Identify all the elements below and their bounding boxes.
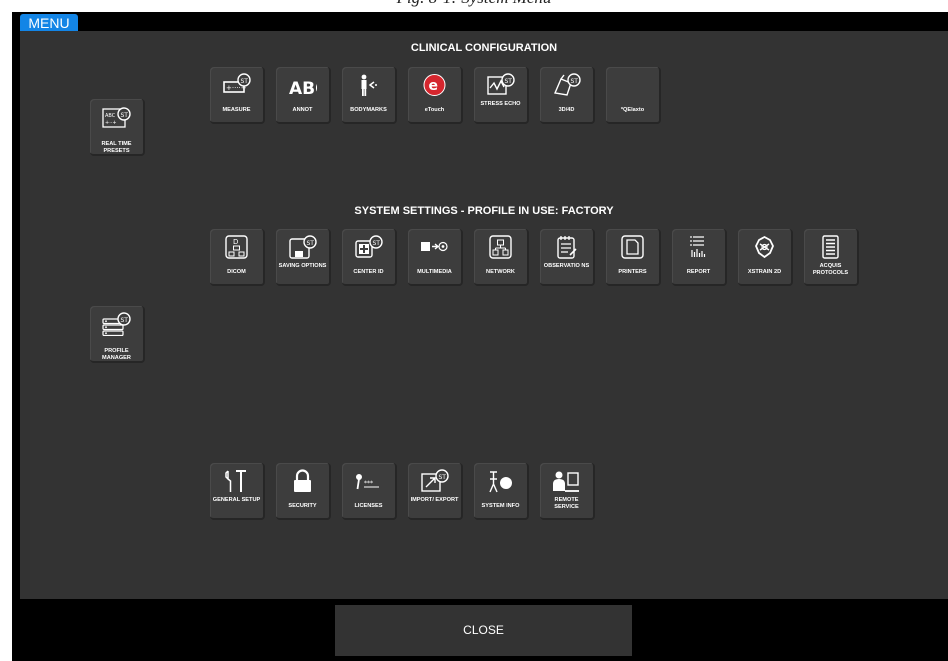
general-setup-button[interactable]: GENERAL SETUP: [210, 463, 265, 520]
etouch-label: eTouch: [424, 107, 445, 113]
bodymarks-label: BODYMARKS: [350, 107, 387, 113]
qelaxto-label: *QElaxto: [620, 107, 645, 113]
bodymarks-button[interactable]: BODYMARKS: [342, 67, 397, 124]
svg-text:ST: ST: [121, 112, 129, 119]
presets-icon: ABC +··+ ST: [102, 107, 131, 128]
import-export-label: IMPORT/ EXPORT: [410, 497, 459, 503]
3d4d-button[interactable]: ST 3D/4D: [540, 67, 595, 124]
svg-text:***: ***: [364, 480, 373, 487]
measure-label: MEASURE: [222, 107, 251, 113]
3d4d-label: 3D/4D: [558, 107, 575, 113]
3d-probe-icon: ST: [554, 73, 581, 96]
dicom-label: DICOM: [227, 269, 246, 275]
profile-manager-button[interactable]: ST PROFILE MANAGER: [90, 306, 145, 363]
annot-button[interactable]: ABC ANNOT: [276, 67, 331, 124]
svg-text:ST: ST: [571, 78, 579, 85]
security-label: SECURITY: [288, 503, 317, 509]
dicom-button[interactable]: D DICOM: [210, 229, 265, 286]
menu-tab[interactable]: MENU: [20, 14, 78, 32]
svg-text:ST: ST: [307, 240, 315, 247]
svg-text:ST: ST: [373, 240, 381, 247]
import-export-icon: ST: [421, 469, 449, 492]
printer-icon: [621, 235, 644, 259]
general-setup-label: GENERAL SETUP: [212, 497, 261, 503]
stress-echo-label: STRESS ECHO: [480, 101, 521, 107]
system-info-icon: [489, 471, 512, 493]
report-icon: [690, 236, 706, 257]
svg-text:ST: ST: [121, 317, 129, 324]
acquis-protocols-button[interactable]: ACQUIS PROTOCOLS: [804, 229, 859, 286]
network-label: NETWORK: [486, 269, 515, 275]
measure-icon: +····+ ST: [223, 73, 251, 93]
real-time-presets-label: REAL TIME PRESETS: [101, 141, 132, 154]
etouch-button[interactable]: e eTouch: [408, 67, 463, 124]
abc-text-icon: ABC: [289, 79, 317, 97]
stress-echo-icon: ST: [487, 73, 515, 95]
observations-button[interactable]: OBSERVATIO NS: [540, 229, 595, 286]
profile-manager-icon: ST: [102, 312, 131, 336]
network-icon: [489, 235, 512, 259]
annot-label: ANNOT: [292, 107, 313, 113]
figure-caption: Fig. 8-1: System Menu: [0, 0, 948, 8]
network-button[interactable]: NETWORK: [474, 229, 529, 286]
bodymark-figure-icon: [361, 74, 377, 96]
protocol-list-icon: [822, 235, 839, 259]
saving-options-label: SAVING OPTIONS: [278, 263, 327, 269]
dicom-network-icon: D: [225, 235, 248, 259]
multimedia-label: MULTIMEDIA: [417, 269, 452, 275]
stress-echo-button[interactable]: ST STRESS ECHO: [474, 67, 529, 124]
center-id-label: CENTER ID: [353, 269, 384, 275]
clinical-configuration-title: CLINICAL CONFIGURATION: [410, 42, 558, 54]
svg-text:ST: ST: [439, 474, 447, 481]
system-info-label: SYSTEM INFO: [481, 503, 520, 509]
qelaxto-button[interactable]: *QElaxto: [606, 67, 661, 124]
save-options-icon: ST: [289, 235, 317, 259]
multimedia-button[interactable]: MULTIMEDIA: [408, 229, 463, 286]
observations-label: OBSERVATIO NS: [543, 263, 590, 269]
report-button[interactable]: REPORT: [672, 229, 727, 286]
svg-text:ST: ST: [241, 78, 249, 85]
xstrain-icon: [755, 235, 774, 259]
system-menu-panel: CLINICAL CONFIGURATION +····+ ST MEASURE…: [20, 31, 948, 599]
measure-button[interactable]: +····+ ST MEASURE: [210, 67, 265, 124]
remote-service-label: REMOTE SERVICE: [554, 497, 579, 510]
real-time-presets-button[interactable]: ABC +··+ ST REAL TIME PRESETS: [90, 99, 145, 156]
licenses-label: LICENSES: [354, 503, 383, 509]
svg-text:D: D: [233, 238, 238, 246]
profile-manager-label: PROFILE MANAGER: [102, 348, 131, 361]
center-id-icon: ST: [355, 235, 383, 258]
multimedia-icon: [421, 241, 448, 252]
tools-icon: [225, 470, 246, 492]
saving-options-button[interactable]: ST SAVING OPTIONS: [276, 229, 331, 286]
remote-service-icon: [553, 471, 579, 492]
lock-icon: [294, 469, 311, 492]
key-icon: ***: [356, 474, 379, 490]
report-label: REPORT: [686, 269, 711, 275]
svg-text:+··+: +··+: [105, 120, 117, 126]
system-info-button[interactable]: SYSTEM INFO: [474, 463, 529, 520]
xstrain-2d-button[interactable]: XSTRAIN 2D: [738, 229, 793, 286]
printers-label: PRINTERS: [618, 269, 647, 275]
xstrain-2d-label: XSTRAIN 2D: [747, 269, 782, 275]
printers-button[interactable]: PRINTERS: [606, 229, 661, 286]
licenses-button[interactable]: *** LICENSES: [342, 463, 397, 520]
close-button[interactable]: CLOSE: [335, 605, 632, 656]
acquis-protocols-label: ACQUIS PROTOCOLS: [812, 263, 849, 276]
import-export-button[interactable]: ST IMPORT/ EXPORT: [408, 463, 463, 520]
center-id-button[interactable]: ST CENTER ID: [342, 229, 397, 286]
svg-text:ABC: ABC: [289, 79, 317, 97]
svg-text:ABC: ABC: [105, 113, 116, 119]
etouch-icon: e: [423, 74, 446, 96]
observations-icon: [557, 236, 577, 259]
svg-text:ST: ST: [505, 78, 513, 85]
security-button[interactable]: SECURITY: [276, 463, 331, 520]
svg-text:e: e: [429, 78, 439, 94]
system-settings-title: SYSTEM SETTINGS - PROFILE IN USE: FACTOR…: [354, 205, 614, 217]
remote-service-button[interactable]: REMOTE SERVICE: [540, 463, 595, 520]
